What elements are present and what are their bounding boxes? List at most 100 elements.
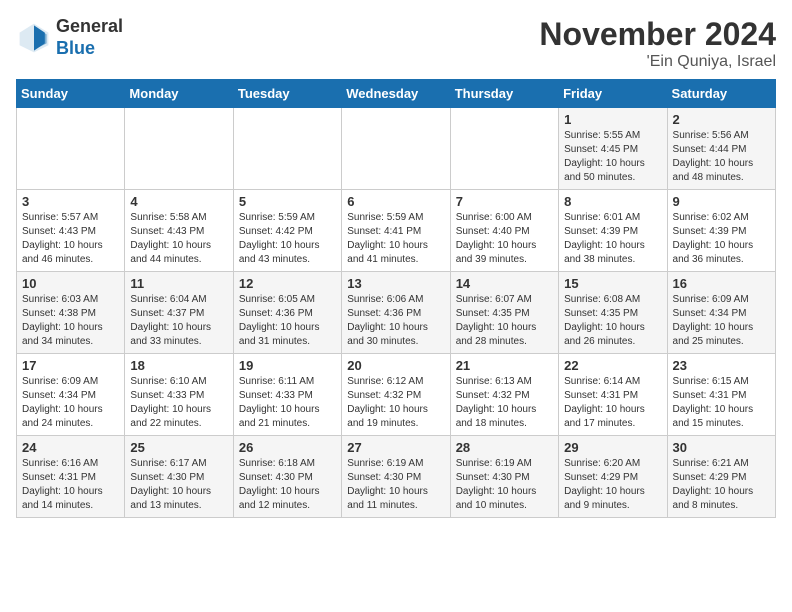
- calendar-cell: 10 Sunrise: 6:03 AM Sunset: 4:38 PM Dayli…: [17, 272, 125, 354]
- title-block: November 2024 'Ein Quniya, Israel: [539, 16, 776, 71]
- day-number: 15: [564, 276, 661, 291]
- day-number: 29: [564, 440, 661, 455]
- day-info: Sunrise: 5:59 AM Sunset: 4:42 PM Dayligh…: [239, 211, 336, 267]
- day-info: Sunrise: 6:18 AM Sunset: 4:30 PM Dayligh…: [239, 457, 336, 513]
- calendar-cell: [17, 108, 125, 190]
- day-info: Sunrise: 6:13 AM Sunset: 4:32 PM Dayligh…: [456, 375, 553, 431]
- day-info: Sunrise: 6:02 AM Sunset: 4:39 PM Dayligh…: [673, 211, 770, 267]
- logo-general: General: [56, 16, 123, 38]
- calendar-cell: 13 Sunrise: 6:06 AM Sunset: 4:36 PM Dayli…: [342, 272, 450, 354]
- calendar-cell: 29 Sunrise: 6:20 AM Sunset: 4:29 PM Dayli…: [559, 436, 667, 518]
- day-number: 10: [22, 276, 119, 291]
- day-info: Sunrise: 5:56 AM Sunset: 4:44 PM Dayligh…: [673, 129, 770, 185]
- page-header: General Blue November 2024 'Ein Quniya, …: [16, 16, 776, 71]
- calendar-cell: 7Sunrise: 6:00 AM Sunset: 4:40 PM Daylig…: [450, 190, 558, 272]
- logo: General Blue: [16, 16, 123, 59]
- day-info: Sunrise: 5:55 AM Sunset: 4:45 PM Dayligh…: [564, 129, 661, 185]
- month-title: November 2024: [539, 16, 776, 53]
- day-number: 21: [456, 358, 553, 373]
- weekday-header-tuesday: Tuesday: [233, 80, 341, 108]
- day-number: 16: [673, 276, 770, 291]
- day-info: Sunrise: 6:11 AM Sunset: 4:33 PM Dayligh…: [239, 375, 336, 431]
- day-info: Sunrise: 5:58 AM Sunset: 4:43 PM Dayligh…: [130, 211, 227, 267]
- day-info: Sunrise: 6:04 AM Sunset: 4:37 PM Dayligh…: [130, 293, 227, 349]
- day-info: Sunrise: 6:07 AM Sunset: 4:35 PM Dayligh…: [456, 293, 553, 349]
- weekday-header-monday: Monday: [125, 80, 233, 108]
- calendar-cell: 24 Sunrise: 6:16 AM Sunset: 4:31 PM Dayli…: [17, 436, 125, 518]
- day-number: 5: [239, 194, 336, 209]
- day-number: 14: [456, 276, 553, 291]
- calendar-cell: 4 Sunrise: 5:58 AM Sunset: 4:43 PM Daylig…: [125, 190, 233, 272]
- calendar-cell: 23Sunrise: 6:15 AM Sunset: 4:31 PM Dayli…: [667, 354, 775, 436]
- day-number: 13: [347, 276, 444, 291]
- calendar-cell: 22Sunrise: 6:14 AM Sunset: 4:31 PM Dayli…: [559, 354, 667, 436]
- calendar-week-row: 10 Sunrise: 6:03 AM Sunset: 4:38 PM Dayli…: [17, 272, 776, 354]
- day-info: Sunrise: 6:09 AM Sunset: 4:34 PM Dayligh…: [673, 293, 770, 349]
- weekday-header-friday: Friday: [559, 80, 667, 108]
- calendar-cell: [342, 108, 450, 190]
- calendar-week-row: 17Sunrise: 6:09 AM Sunset: 4:34 PM Dayli…: [17, 354, 776, 436]
- weekday-header-wednesday: Wednesday: [342, 80, 450, 108]
- day-number: 26: [239, 440, 336, 455]
- calendar-cell: 21 Sunrise: 6:13 AM Sunset: 4:32 PM Dayli…: [450, 354, 558, 436]
- day-info: Sunrise: 6:05 AM Sunset: 4:36 PM Dayligh…: [239, 293, 336, 349]
- calendar-table: SundayMondayTuesdayWednesdayThursdayFrid…: [16, 79, 776, 518]
- day-number: 25: [130, 440, 227, 455]
- calendar-cell: 15 Sunrise: 6:08 AM Sunset: 4:35 PM Dayli…: [559, 272, 667, 354]
- day-number: 17: [22, 358, 119, 373]
- logo-text: General Blue: [56, 16, 123, 59]
- calendar-cell: 6 Sunrise: 5:59 AM Sunset: 4:41 PM Daylig…: [342, 190, 450, 272]
- day-number: 19: [239, 358, 336, 373]
- day-number: 4: [130, 194, 227, 209]
- logo-blue-text: Blue: [56, 38, 123, 60]
- day-number: 18: [130, 358, 227, 373]
- day-info: Sunrise: 6:06 AM Sunset: 4:36 PM Dayligh…: [347, 293, 444, 349]
- day-number: 24: [22, 440, 119, 455]
- day-info: Sunrise: 6:21 AM Sunset: 4:29 PM Dayligh…: [673, 457, 770, 513]
- location-title: 'Ein Quniya, Israel: [539, 53, 776, 71]
- calendar-cell: 30 Sunrise: 6:21 AM Sunset: 4:29 PM Dayli…: [667, 436, 775, 518]
- day-info: Sunrise: 6:10 AM Sunset: 4:33 PM Dayligh…: [130, 375, 227, 431]
- day-info: Sunrise: 5:57 AM Sunset: 4:43 PM Dayligh…: [22, 211, 119, 267]
- day-info: Sunrise: 6:20 AM Sunset: 4:29 PM Dayligh…: [564, 457, 661, 513]
- day-info: Sunrise: 6:01 AM Sunset: 4:39 PM Dayligh…: [564, 211, 661, 267]
- day-info: Sunrise: 6:19 AM Sunset: 4:30 PM Dayligh…: [347, 457, 444, 513]
- calendar-cell: 12Sunrise: 6:05 AM Sunset: 4:36 PM Dayli…: [233, 272, 341, 354]
- day-info: Sunrise: 6:03 AM Sunset: 4:38 PM Dayligh…: [22, 293, 119, 349]
- day-number: 27: [347, 440, 444, 455]
- calendar-week-row: 3 Sunrise: 5:57 AM Sunset: 4:43 PM Daylig…: [17, 190, 776, 272]
- day-number: 22: [564, 358, 661, 373]
- calendar-cell: 27 Sunrise: 6:19 AM Sunset: 4:30 PM Dayli…: [342, 436, 450, 518]
- calendar-cell: 18 Sunrise: 6:10 AM Sunset: 4:33 PM Dayli…: [125, 354, 233, 436]
- weekday-header-sunday: Sunday: [17, 80, 125, 108]
- calendar-cell: [450, 108, 558, 190]
- weekday-header-thursday: Thursday: [450, 80, 558, 108]
- calendar-cell: 16 Sunrise: 6:09 AM Sunset: 4:34 PM Dayli…: [667, 272, 775, 354]
- calendar-cell: 8 Sunrise: 6:01 AM Sunset: 4:39 PM Daylig…: [559, 190, 667, 272]
- calendar-cell: 17Sunrise: 6:09 AM Sunset: 4:34 PM Dayli…: [17, 354, 125, 436]
- calendar-cell: 25 Sunrise: 6:17 AM Sunset: 4:30 PM Dayli…: [125, 436, 233, 518]
- calendar-cell: 9 Sunrise: 6:02 AM Sunset: 4:39 PM Daylig…: [667, 190, 775, 272]
- day-number: 3: [22, 194, 119, 209]
- day-number: 20: [347, 358, 444, 373]
- calendar-cell: 28 Sunrise: 6:19 AM Sunset: 4:30 PM Dayli…: [450, 436, 558, 518]
- day-number: 30: [673, 440, 770, 455]
- day-number: 11: [130, 276, 227, 291]
- calendar-cell: 3 Sunrise: 5:57 AM Sunset: 4:43 PM Daylig…: [17, 190, 125, 272]
- day-info: Sunrise: 6:17 AM Sunset: 4:30 PM Dayligh…: [130, 457, 227, 513]
- day-number: 28: [456, 440, 553, 455]
- day-info: Sunrise: 6:15 AM Sunset: 4:31 PM Dayligh…: [673, 375, 770, 431]
- calendar-cell: [125, 108, 233, 190]
- day-info: Sunrise: 6:19 AM Sunset: 4:30 PM Dayligh…: [456, 457, 553, 513]
- day-number: 8: [564, 194, 661, 209]
- day-info: Sunrise: 5:59 AM Sunset: 4:41 PM Dayligh…: [347, 211, 444, 267]
- calendar-cell: 26 Sunrise: 6:18 AM Sunset: 4:30 PM Dayli…: [233, 436, 341, 518]
- day-number: 9: [673, 194, 770, 209]
- day-number: 6: [347, 194, 444, 209]
- day-info: Sunrise: 6:08 AM Sunset: 4:35 PM Dayligh…: [564, 293, 661, 349]
- day-number: 2: [673, 112, 770, 127]
- day-info: Sunrise: 6:16 AM Sunset: 4:31 PM Dayligh…: [22, 457, 119, 513]
- calendar-cell: [233, 108, 341, 190]
- calendar-week-row: 24 Sunrise: 6:16 AM Sunset: 4:31 PM Dayli…: [17, 436, 776, 518]
- calendar-cell: 14 Sunrise: 6:07 AM Sunset: 4:35 PM Dayli…: [450, 272, 558, 354]
